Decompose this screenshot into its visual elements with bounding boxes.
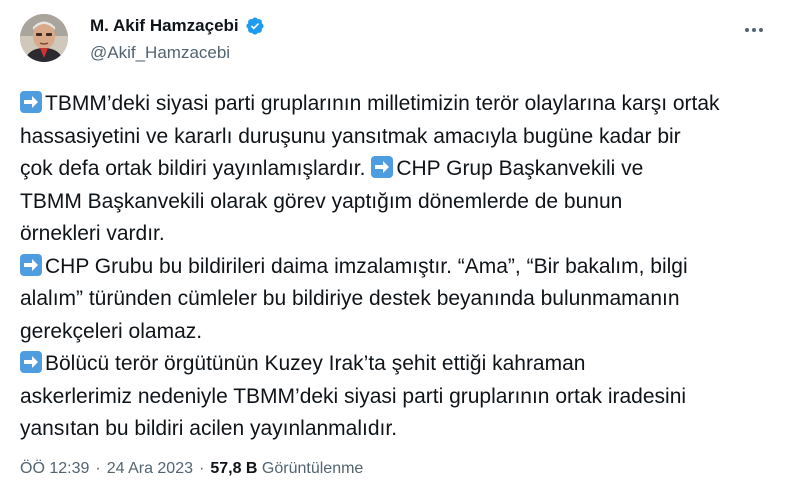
tweet-text: TBMM’deki siyasi parti gruplarının mille… [20, 88, 780, 446]
tweet-line: hassasiyetini ve kararlı duruşunu yansıt… [20, 121, 780, 154]
tweet-line-text: örnekleri vardır. [20, 222, 165, 245]
tweet-meta: ÖÖ 12:39 · 24 Ara 2023 · 57,8 B Görüntül… [20, 460, 363, 478]
tweet-line: Bölücü terör örgütünün Kuzey Irak’ta şeh… [20, 348, 780, 381]
tweet-line: TBMM Başkanvekili olarak görev yaptığım … [20, 186, 780, 219]
tweet-line-text: askerlerimiz nedeniyle TBMM’deki siyasi … [20, 384, 687, 408]
tweet-line-text: CHP Grup Başkanvekili ve [396, 157, 644, 180]
tweet-line-text: yansıtan bu bildiri acilen yayınlanmalıd… [20, 417, 398, 440]
tweet-line-text: hassasiyetini ve kararlı duruşunu yansıt… [20, 124, 681, 148]
tweet-line: askerlerimiz nedeniyle TBMM’deki siyasi … [20, 381, 780, 414]
tweet-line: gerekçeleri olamaz. [20, 316, 780, 349]
tweet-date[interactable]: 24 Ara 2023 [107, 460, 193, 478]
right-arrow-emoji-icon [371, 156, 394, 178]
tweet-header: M. Akif Hamzaçebi @Akif_Hamzacebi [20, 14, 774, 70]
tweet-line-text: çok defa ortak bildiri yayınlamışlardır. [20, 157, 372, 180]
name-line: M. Akif Hamzaçebi [90, 16, 265, 36]
tweet-line-text: TBMM Başkanvekili olarak görev yaptığım … [20, 189, 623, 213]
display-name[interactable]: M. Akif Hamzaçebi [90, 16, 239, 36]
meta-separator: · [199, 460, 205, 477]
right-arrow-emoji-icon [20, 91, 42, 113]
tweet-line: alalım” türünden cümleler bu bildiriye d… [20, 283, 780, 316]
views-label: Görüntülenme [261, 460, 364, 477]
tweet-line-text: gerekçeleri olamaz. [20, 319, 203, 343]
tweet-line-text: CHP Grubu bu bildirileri daima imzalamış… [45, 254, 688, 278]
avatar[interactable] [20, 14, 68, 62]
views-count: 57,8 B [210, 460, 258, 477]
tweet-line: TBMM’deki siyasi parti gruplarının mille… [20, 88, 780, 121]
tweet-line-text: TBMM’deki siyasi parti gruplarının mille… [45, 92, 720, 115]
right-arrow-emoji-icon [20, 351, 42, 373]
tweet-line: yansıtan bu bildiri acilen yayınlanmalıd… [20, 413, 780, 446]
tweet-line: örnekleri vardır. [20, 218, 780, 251]
tweet-line-text: alalım” türünden cümleler bu bildiriye d… [20, 287, 680, 310]
tweet-line: çok defa ortak bildiri yayınlamışlardır.… [20, 153, 780, 186]
meta-separator: · [95, 460, 101, 477]
right-arrow-emoji-icon [20, 253, 42, 276]
verified-badge-icon [245, 16, 265, 36]
tweet-line-text: Bölücü terör örgütünün Kuzey Irak’ta şeh… [45, 352, 586, 375]
more-options-icon[interactable] [742, 20, 766, 40]
author-handle[interactable]: @Akif_Hamzacebi [90, 43, 230, 63]
tweet-line: CHP Grubu bu bildirileri daima imzalamış… [20, 251, 780, 284]
tweet-time[interactable]: ÖÖ 12:39 [20, 460, 89, 478]
